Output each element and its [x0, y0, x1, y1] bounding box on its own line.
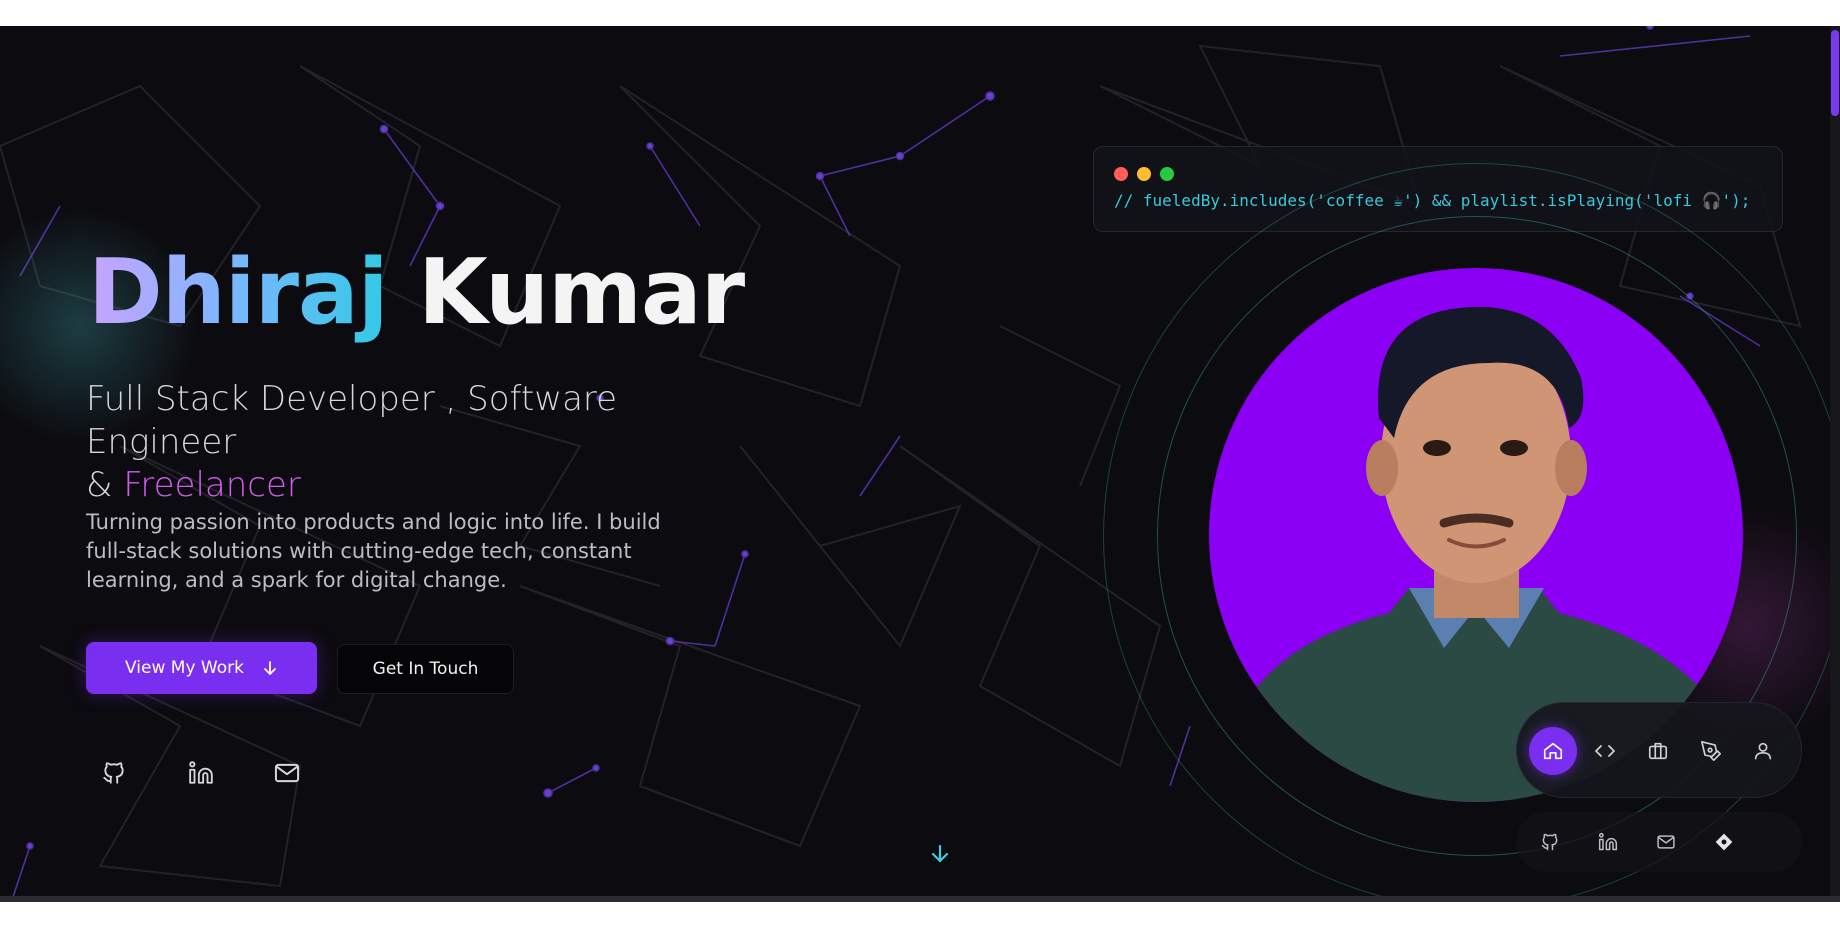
scrollbar-thumb[interactable] [1831, 30, 1839, 116]
pen-tool-icon [1701, 741, 1721, 761]
briefcase-icon [1648, 742, 1668, 760]
github-icon [1541, 833, 1558, 851]
nav-home[interactable] [1529, 727, 1577, 775]
page-scrollbar[interactable] [1830, 26, 1840, 902]
subtitle-highlight: Freelancer [123, 465, 301, 505]
arrow-down-icon [931, 844, 949, 863]
nav-code[interactable] [1581, 727, 1629, 775]
subtitle-ampersand: & [86, 465, 124, 505]
window-dot-green [1160, 167, 1174, 181]
hero-description: Turning passion into products and logic … [86, 510, 661, 592]
mini-mail-link[interactable] [1652, 828, 1680, 856]
linkedin-link[interactable] [184, 756, 218, 790]
view-my-work-button[interactable]: View My Work [86, 642, 317, 694]
window-dot-yellow [1137, 167, 1151, 181]
user-icon [1754, 742, 1772, 760]
mini-linkedin-link[interactable] [1594, 828, 1622, 856]
arrow-down-icon [264, 661, 276, 675]
home-icon [1543, 742, 1563, 760]
last-name: Kumar [417, 240, 745, 345]
nav-about[interactable] [1739, 727, 1787, 775]
hero-subtitle: Full Stack Developer , Software Engineer… [86, 378, 766, 507]
view-my-work-label: View My Work [125, 658, 244, 678]
floating-nav [1516, 702, 1802, 798]
mini-github-link[interactable] [1536, 828, 1564, 856]
linkedin-icon [189, 761, 213, 784]
scroll-down-button[interactable] [924, 838, 956, 870]
subtitle-roles: Full Stack Developer , Software Engineer [86, 379, 618, 462]
mini-diamond-link[interactable] [1710, 828, 1738, 856]
page-bottom-edge [0, 896, 1840, 902]
hero-name: Dhiraj Kumar [88, 248, 745, 338]
get-in-touch-button[interactable]: Get In Touch [337, 644, 514, 694]
github-link[interactable] [97, 756, 131, 790]
nav-projects[interactable] [1634, 727, 1682, 775]
code-icon [1595, 745, 1615, 757]
mail-icon [1657, 835, 1675, 849]
first-name: Dhiraj [88, 240, 389, 345]
mail-link[interactable] [270, 756, 304, 790]
mini-social-bar [1516, 812, 1802, 872]
window-dot-red [1114, 167, 1128, 181]
mail-icon [274, 763, 300, 783]
nav-design[interactable] [1687, 727, 1735, 775]
hero-section: Dhiraj Kumar Full Stack Developer , Soft… [0, 26, 1840, 902]
diamond-icon [1715, 833, 1733, 851]
linkedin-icon [1598, 832, 1618, 851]
github-icon [103, 762, 124, 784]
get-in-touch-label: Get In Touch [372, 659, 479, 679]
